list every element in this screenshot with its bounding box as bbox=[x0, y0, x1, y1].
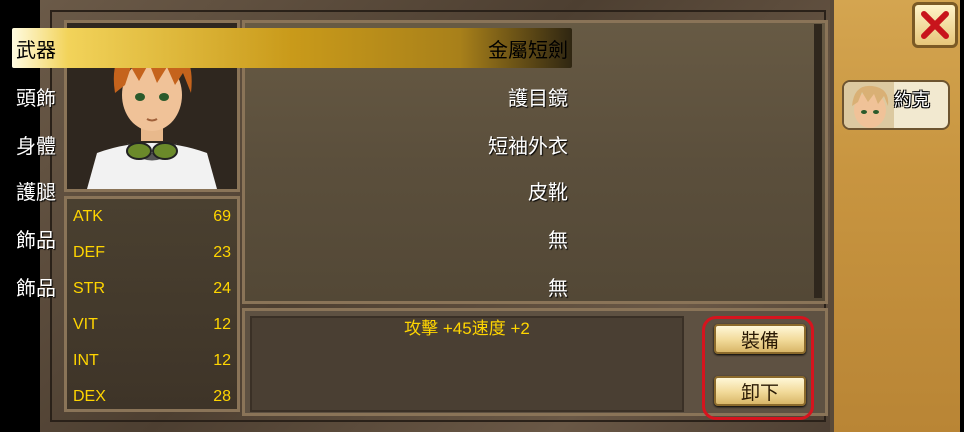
slot-item: 皮靴 bbox=[528, 179, 568, 204]
stat-row-dex: DEX 28 bbox=[73, 379, 231, 415]
character-tab[interactable]: 約克 bbox=[842, 80, 950, 130]
slot-label: 護腿 bbox=[16, 179, 56, 204]
stat-label: DEX bbox=[73, 388, 106, 405]
stat-value: 28 bbox=[213, 388, 231, 405]
equip-slot-weapon[interactable]: 武器 金屬短劍 bbox=[12, 28, 572, 68]
equipment-scrollbar[interactable] bbox=[814, 24, 822, 298]
slot-label: 飾品 bbox=[16, 227, 56, 252]
equip-slot-accessory-1[interactable]: 飾品 無 bbox=[12, 218, 572, 258]
slot-label: 頭飾 bbox=[16, 85, 56, 110]
character-name: 約克 bbox=[894, 90, 930, 111]
stat-label: INT bbox=[73, 352, 99, 369]
slot-item: 護目鏡 bbox=[508, 85, 568, 110]
stat-value: 12 bbox=[213, 352, 231, 369]
stat-value: 12 bbox=[213, 316, 231, 333]
stat-row-vit: VIT 12 bbox=[73, 307, 231, 343]
character-face-icon bbox=[844, 82, 894, 128]
item-description: 攻擊 +45速度 +2 bbox=[404, 319, 530, 338]
stat-row-int: INT 12 bbox=[73, 343, 231, 379]
unequip-button[interactable]: 卸下 bbox=[714, 376, 806, 406]
slot-item: 無 bbox=[548, 275, 568, 300]
slot-item: 短袖外衣 bbox=[488, 133, 568, 158]
equip-slot-body[interactable]: 身體 短袖外衣 bbox=[12, 124, 572, 164]
slot-item: 金屬短劍 bbox=[488, 37, 568, 62]
equip-slot-head[interactable]: 頭飾 護目鏡 bbox=[12, 76, 572, 116]
side-divider bbox=[830, 0, 834, 432]
slot-label: 身體 bbox=[16, 133, 56, 158]
slot-label: 飾品 bbox=[16, 275, 56, 300]
slot-label: 武器 bbox=[16, 37, 56, 62]
side-panel bbox=[830, 0, 960, 432]
stat-label: VIT bbox=[73, 316, 98, 333]
equip-slot-accessory-2[interactable]: 飾品 無 bbox=[12, 266, 572, 306]
equip-slot-legs[interactable]: 護腿 皮靴 bbox=[12, 170, 572, 210]
close-x-icon bbox=[921, 11, 949, 39]
equip-button[interactable]: 裝備 bbox=[714, 324, 806, 354]
slot-item: 無 bbox=[548, 227, 568, 252]
close-button[interactable] bbox=[912, 2, 958, 48]
